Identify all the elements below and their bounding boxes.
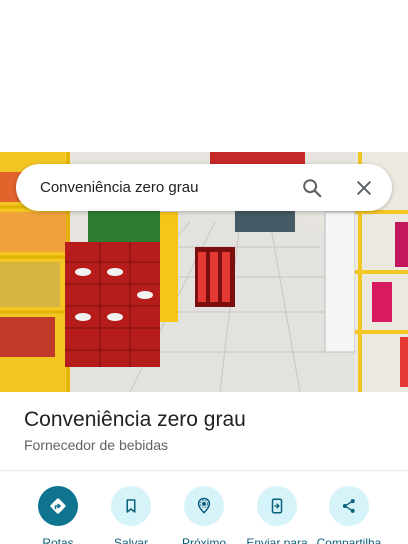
share-icon (329, 486, 369, 526)
place-sheet: Conveniência zero grau Conveniência zero… (0, 0, 408, 544)
share-button[interactable]: Compartilha (312, 486, 386, 544)
share-label: Compartilha (316, 536, 382, 544)
search-bar[interactable]: Conveniência zero grau (16, 164, 392, 211)
send-to-phone-button[interactable]: Enviar para (240, 486, 314, 544)
directions-label: Rotas (42, 536, 74, 544)
action-row: Rotas Salvar Próximo Enviar para Compart… (0, 486, 408, 544)
nearby-icon (184, 486, 224, 526)
search-icon[interactable] (300, 176, 324, 200)
nearby-button[interactable]: Próximo (167, 486, 241, 544)
nearby-label: Próximo (181, 536, 226, 544)
directions-icon (38, 486, 78, 526)
directions-button[interactable]: Rotas (21, 486, 95, 544)
save-label: Salvar (113, 536, 148, 544)
search-input[interactable]: Conveniência zero grau (40, 179, 300, 196)
place-title: Conveniência zero grau (24, 408, 246, 431)
place-category: Fornecedor de bebidas (24, 437, 168, 453)
save-button[interactable]: Salvar (94, 486, 168, 544)
send-to-phone-label: Enviar para (246, 536, 308, 544)
close-icon[interactable] (352, 176, 376, 200)
send-to-phone-icon (257, 486, 297, 526)
bookmark-icon (111, 486, 151, 526)
divider (0, 470, 408, 471)
